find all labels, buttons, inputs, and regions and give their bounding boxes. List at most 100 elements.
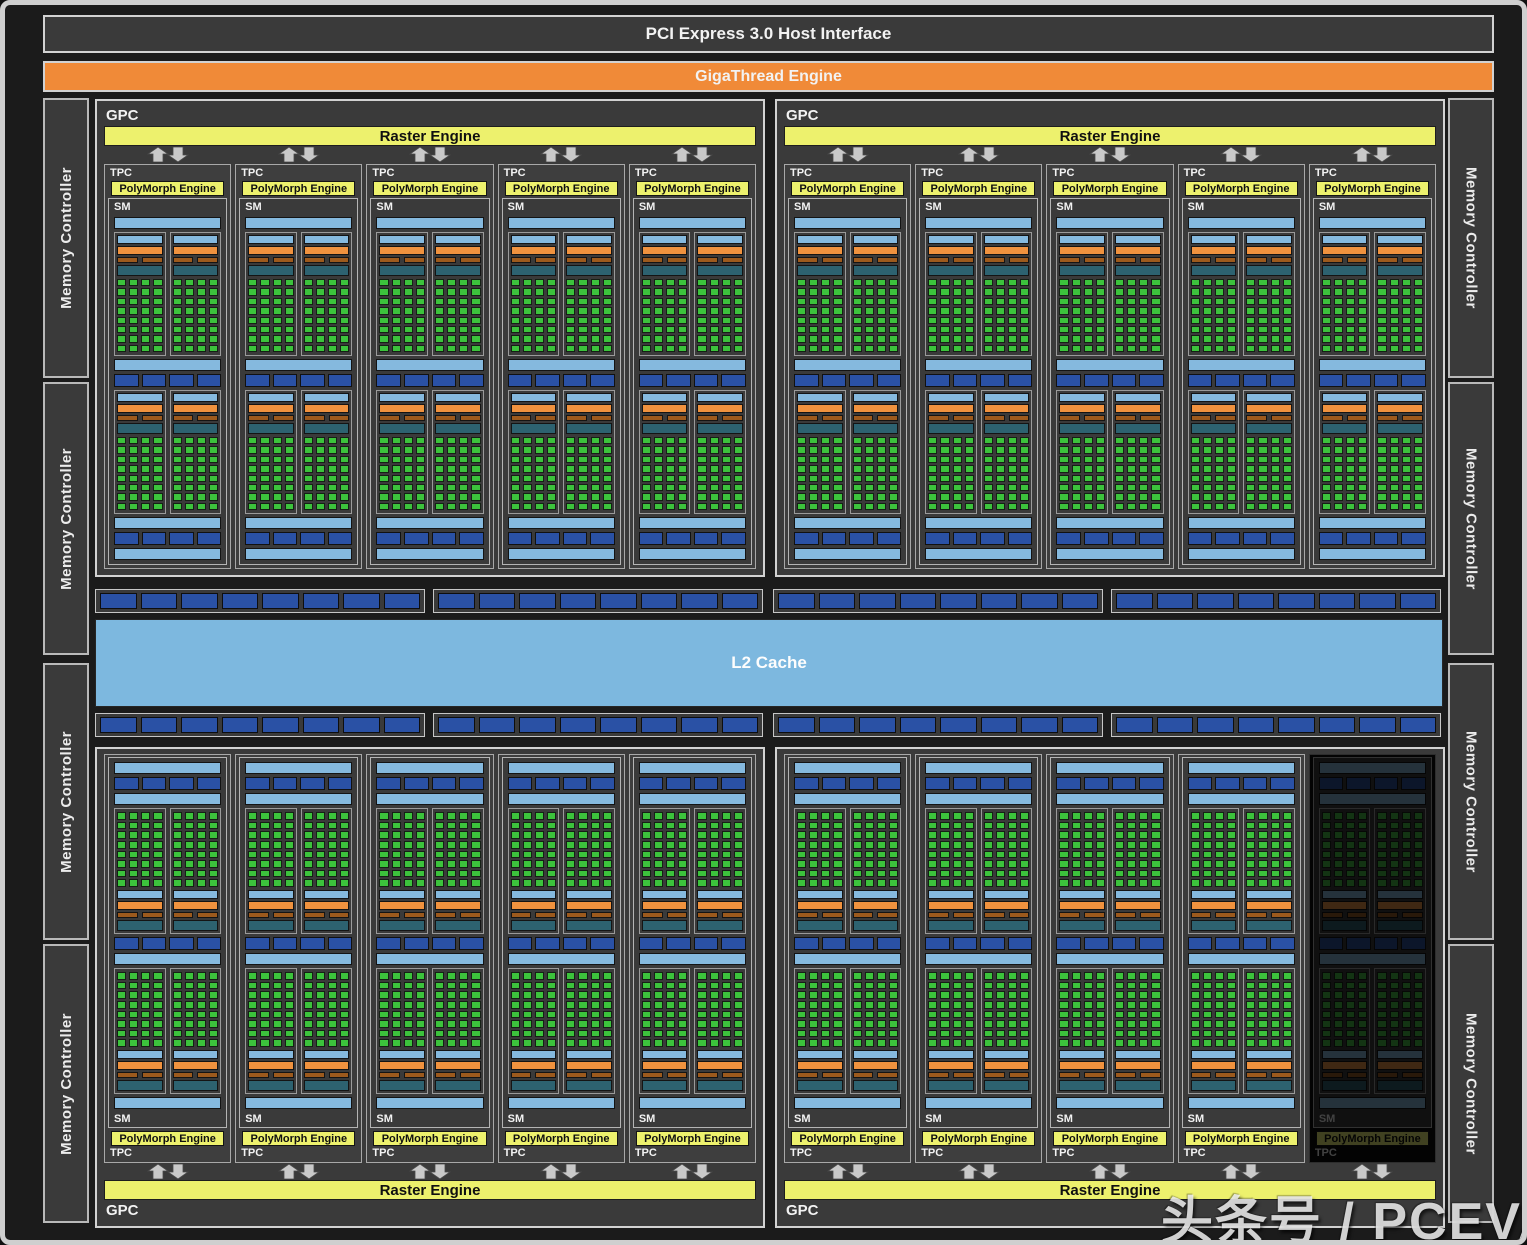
sm-orange-bar — [928, 1061, 974, 1070]
sm-orange-bar — [853, 901, 899, 910]
cuda-core-cell — [1127, 279, 1136, 286]
cuda-core-cell — [666, 446, 675, 453]
cuda-core-cell — [404, 851, 413, 859]
cuda-core-cell — [340, 1030, 349, 1038]
sm-lightblue-bar — [697, 890, 743, 899]
sm-brown-bar — [667, 415, 688, 421]
sm-orange-bar — [117, 246, 163, 255]
cuda-core-cell — [965, 870, 974, 878]
cuda-core-cell — [666, 1039, 675, 1047]
cuda-core-cell — [953, 465, 962, 472]
cuda-core-cell — [996, 493, 1005, 500]
cuda-core-grid — [642, 971, 688, 1048]
sm-brown-bar-row — [1377, 1072, 1423, 1078]
sm-lightblue-bar — [853, 1050, 899, 1059]
cuda-core-cell — [1059, 982, 1068, 990]
sm-sub-block — [981, 390, 1033, 514]
cuda-core-cell — [889, 465, 898, 472]
sm-darkblue-segment — [1084, 777, 1109, 790]
tpc-label: TPC — [239, 166, 358, 181]
cuda-core-cell — [248, 1001, 257, 1009]
memory-controller-block: Memory Controller — [1448, 382, 1494, 655]
cuda-core-cell — [984, 1039, 993, 1047]
cuda-core-cell — [940, 345, 949, 352]
cuda-core-cell — [928, 851, 937, 859]
cuda-core-cell — [153, 456, 162, 463]
cuda-core-cell — [566, 298, 575, 305]
cuda-core-cell — [1258, 465, 1267, 472]
cuda-core-cell — [547, 972, 556, 980]
cuda-core-cell — [173, 870, 182, 878]
cuda-core-cell — [1283, 870, 1292, 878]
l2-slice-segment — [722, 593, 759, 609]
cuda-core-cell — [940, 493, 949, 500]
sm-darkblue-segment — [114, 374, 139, 387]
cuda-core-cell — [578, 503, 587, 510]
sm-lightblue-full-bar — [1319, 762, 1426, 774]
cuda-core-cell — [1008, 982, 1017, 990]
sm-brown-bar — [1377, 912, 1398, 918]
cuda-core-cell — [197, 493, 206, 500]
cuda-core-cell — [940, 446, 949, 453]
cuda-core-cell — [654, 475, 663, 482]
sm-orange-bar — [379, 246, 425, 255]
cuda-core-cell — [1246, 475, 1255, 482]
cuda-core-cell — [710, 279, 719, 286]
cuda-core-cell — [153, 298, 162, 305]
cuda-core-cell — [697, 1039, 706, 1047]
cuda-core-cell — [1227, 1039, 1236, 1047]
sm-teal-bar — [379, 920, 425, 931]
cuda-core-cell — [853, 1030, 862, 1038]
cuda-core-cell — [173, 465, 182, 472]
cuda-core-cell — [1215, 298, 1224, 305]
cuda-core-cell — [940, 1001, 949, 1009]
sm-sub-block — [245, 390, 297, 514]
cuda-core-cell — [141, 822, 150, 830]
sm-darkblue-segment — [1401, 937, 1426, 950]
sm-lightblue-bar — [1377, 235, 1423, 244]
sm-processing-block — [1056, 232, 1163, 356]
cuda-core-cell — [1072, 335, 1081, 342]
cuda-core-cell — [1151, 991, 1160, 999]
cuda-core-cell — [591, 307, 600, 314]
cuda-core-cell — [248, 982, 257, 990]
cuda-core-cell — [928, 812, 937, 820]
sm-lightblue-full-bar — [1056, 359, 1163, 371]
cuda-core-cell — [1139, 1030, 1148, 1038]
sm-brown-bar — [248, 1072, 269, 1078]
cuda-core-cell — [578, 279, 587, 286]
sm-darkblue-segment — [1374, 937, 1399, 950]
tpc-block: TPCPolyMorph EngineSM — [235, 164, 362, 569]
l2-slice-segment — [222, 593, 259, 609]
cuda-core-cell — [1377, 307, 1386, 314]
cuda-core-cell — [185, 484, 194, 491]
l2-slice-segment — [1157, 717, 1194, 733]
cuda-core-cell — [940, 860, 949, 868]
sm-darkblue-segment — [1401, 532, 1426, 545]
cuda-core-cell — [404, 493, 413, 500]
cuda-core-cell — [447, 982, 456, 990]
sm-lightblue-bar — [435, 393, 481, 402]
memory-controller-label: Memory Controller — [1463, 448, 1480, 590]
sm-orange-bar — [797, 246, 843, 255]
sm-brown-bar — [797, 415, 818, 421]
cuda-core-cell — [642, 860, 651, 868]
sm-orange-bar — [1191, 404, 1237, 413]
sm-darkblue-segment — [639, 937, 664, 950]
sm-teal-bar — [1115, 423, 1161, 434]
cuda-core-cell — [877, 879, 886, 887]
sm-teal-bar — [1377, 920, 1423, 931]
cuda-core-cell — [248, 456, 257, 463]
cuda-core-cell — [797, 831, 806, 839]
arrow-cell — [104, 1163, 231, 1180]
sm-darkblue-segment — [925, 937, 950, 950]
cuda-core-cell — [678, 870, 687, 878]
sm-teal-bar — [1059, 1080, 1105, 1091]
cuda-core-cell — [1191, 822, 1200, 830]
sm-brown-bar — [566, 1072, 587, 1078]
cuda-core-cell — [141, 446, 150, 453]
sm-darkblue-segment — [877, 777, 902, 790]
cuda-core-cell — [984, 475, 993, 482]
sm-sub-block — [981, 968, 1033, 1094]
cuda-core-grid — [117, 436, 163, 511]
